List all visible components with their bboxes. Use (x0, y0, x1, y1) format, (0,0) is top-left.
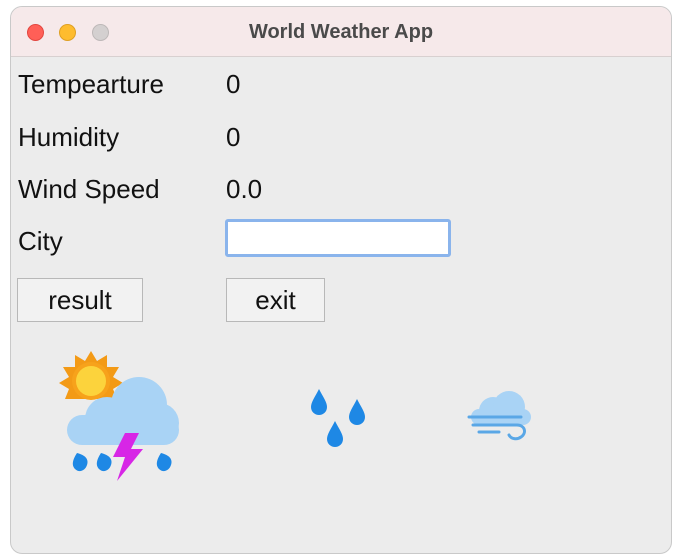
middle-drop-icon (96, 453, 112, 472)
title-bar[interactable]: World Weather App (11, 7, 671, 57)
right-drop-icon (156, 453, 172, 472)
wind-cloud-icon (467, 391, 531, 441)
humidity-label: Humidity (18, 122, 120, 152)
sun-thunderstorm-icon (59, 351, 179, 481)
temperature-label: Tempearture (18, 69, 164, 99)
rain-drops-icon (311, 389, 365, 447)
city-label: City (18, 226, 63, 256)
wind-speed-value: 0.0 (226, 174, 263, 204)
window-title: World Weather App (248, 21, 434, 43)
sun-icon (59, 351, 123, 400)
city-input[interactable] (225, 219, 451, 257)
exit-button[interactable]: exit (226, 278, 325, 322)
result-button[interactable]: result (17, 278, 143, 322)
left-drop-icon (72, 453, 88, 472)
temperature-value: 0 (226, 69, 241, 99)
humidity-value: 0 (226, 122, 241, 152)
wind-speed-label: Wind Speed (18, 174, 160, 204)
app-window: World Weather App Tempearture 0 Humidity… (10, 6, 672, 554)
